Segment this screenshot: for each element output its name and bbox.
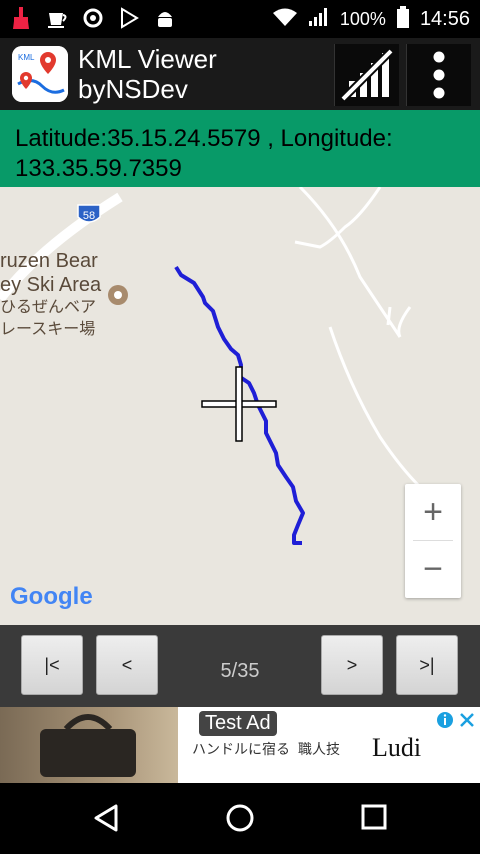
ad-info-icon[interactable]	[436, 711, 454, 734]
app-title-line1: KML Viewer	[78, 44, 217, 74]
place-label-en2: ey Ski Area	[0, 274, 102, 296]
overflow-menu-button[interactable]	[406, 44, 471, 106]
ad-brand: Ludi	[372, 733, 422, 762]
road	[298, 187, 402, 338]
broom-icon	[10, 6, 32, 30]
back-icon[interactable]	[92, 803, 122, 838]
status-bar: 100% 14:56	[0, 0, 480, 38]
zoom-in-button[interactable]: +	[405, 484, 461, 540]
signal-toggle-button[interactable]	[334, 44, 399, 106]
ad-image	[0, 707, 178, 783]
wifi-icon	[272, 7, 298, 32]
coordinates-panel: Latitude:35.15.24.5579 , Longitude: 133.…	[0, 110, 480, 187]
ad-tagline: ハンドルに宿る	[192, 741, 290, 757]
clock: 14:56	[419, 8, 470, 30]
recents-icon[interactable]	[360, 803, 388, 836]
coordinates-line2: 133.35.59.7359	[15, 155, 182, 182]
road	[328, 326, 422, 489]
signal-icon	[308, 7, 330, 32]
ad-tagline-2: 職人技	[298, 741, 340, 757]
zoom-out-button[interactable]: −	[405, 541, 461, 597]
more-vert-icon	[433, 51, 445, 99]
app-bar: KML KML Viewer byNSDev	[0, 38, 480, 110]
system-navigation-bar	[0, 783, 480, 854]
first-point-button[interactable]: |<	[21, 635, 83, 695]
coordinates-line1: Latitude:35.15.24.5579 , Longitude:	[15, 125, 393, 152]
ad-close-icon[interactable]	[458, 711, 476, 734]
battery-percent: 100%	[339, 9, 386, 29]
road	[386, 306, 392, 326]
home-icon[interactable]	[225, 803, 255, 838]
google-logo: Google	[10, 583, 93, 610]
track-navigation-bar: |< < 5/35 > >|	[0, 625, 480, 707]
android-icon	[154, 6, 176, 30]
place-label: ruzen Bear ey Ski Area ひるぜんベア レースキー場	[0, 249, 101, 341]
next-point-button[interactable]: >	[321, 635, 383, 695]
previous-point-button[interactable]: <	[96, 635, 158, 695]
signal-off-icon	[340, 49, 394, 101]
place-label-jp2: レースキー場	[0, 321, 96, 338]
sync-icon	[82, 6, 104, 30]
place-label-jp1: ひるぜんベア	[0, 299, 97, 316]
app-logo: KML	[12, 46, 68, 102]
zoom-controls: + −	[405, 484, 461, 598]
coffee-icon	[46, 6, 68, 30]
road	[397, 306, 412, 338]
app-title-line2: byNSDev	[78, 74, 188, 104]
ad-banner[interactable]: Test Ad ハンドルに宿る 職人技 Ludi	[0, 707, 480, 783]
last-point-button[interactable]: >|	[396, 635, 458, 695]
app-title: KML Viewer byNSDev	[78, 44, 217, 104]
route-number: 58	[83, 210, 95, 222]
test-ad-badge: Test Ad	[199, 711, 277, 736]
route-shield: 58	[77, 204, 101, 223]
app-icon-text: KML	[18, 53, 35, 62]
place-label-en1: ruzen Bear	[0, 250, 98, 272]
play-store-icon	[118, 6, 140, 30]
poi-marker[interactable]	[108, 285, 128, 305]
point-position-indicator: 5/35	[220, 660, 260, 682]
battery-icon	[396, 6, 410, 33]
